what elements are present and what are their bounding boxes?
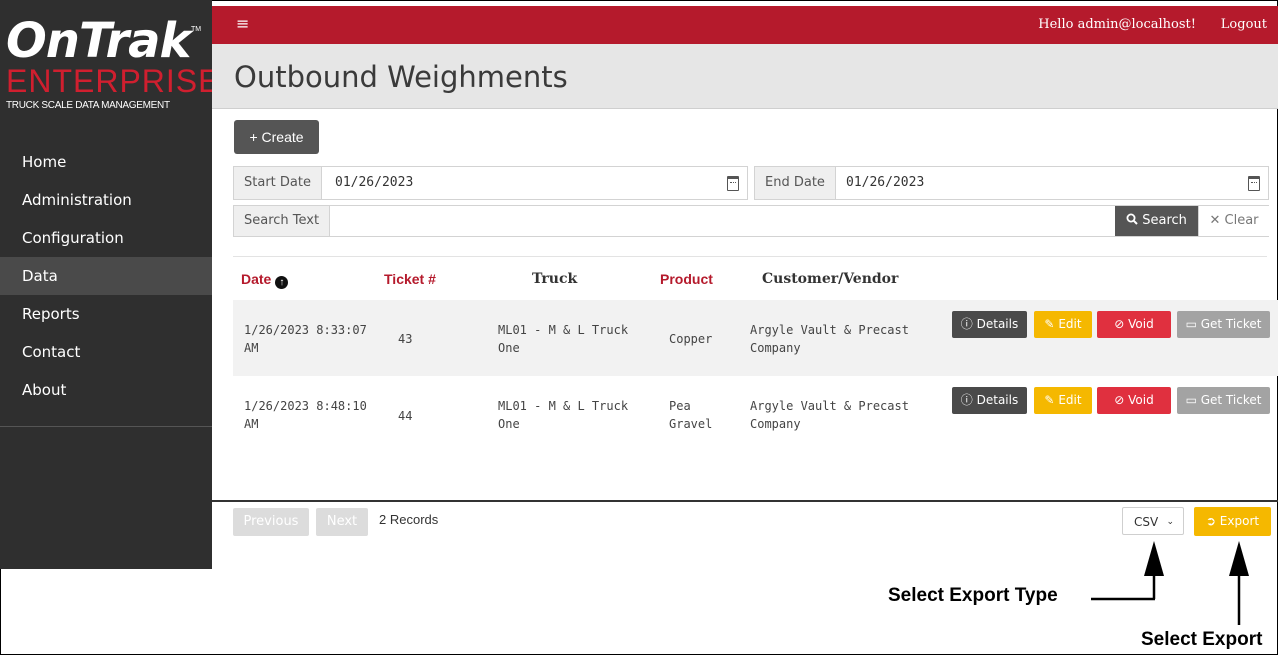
- annotation-select-export: Select Export: [1141, 629, 1263, 650]
- annotation-select-export-type: Select Export Type: [888, 585, 1058, 606]
- annotation-arrows: [1091, 541, 1249, 625]
- arrow-export-type: [1091, 541, 1164, 601]
- arrow-export: [1229, 541, 1249, 625]
